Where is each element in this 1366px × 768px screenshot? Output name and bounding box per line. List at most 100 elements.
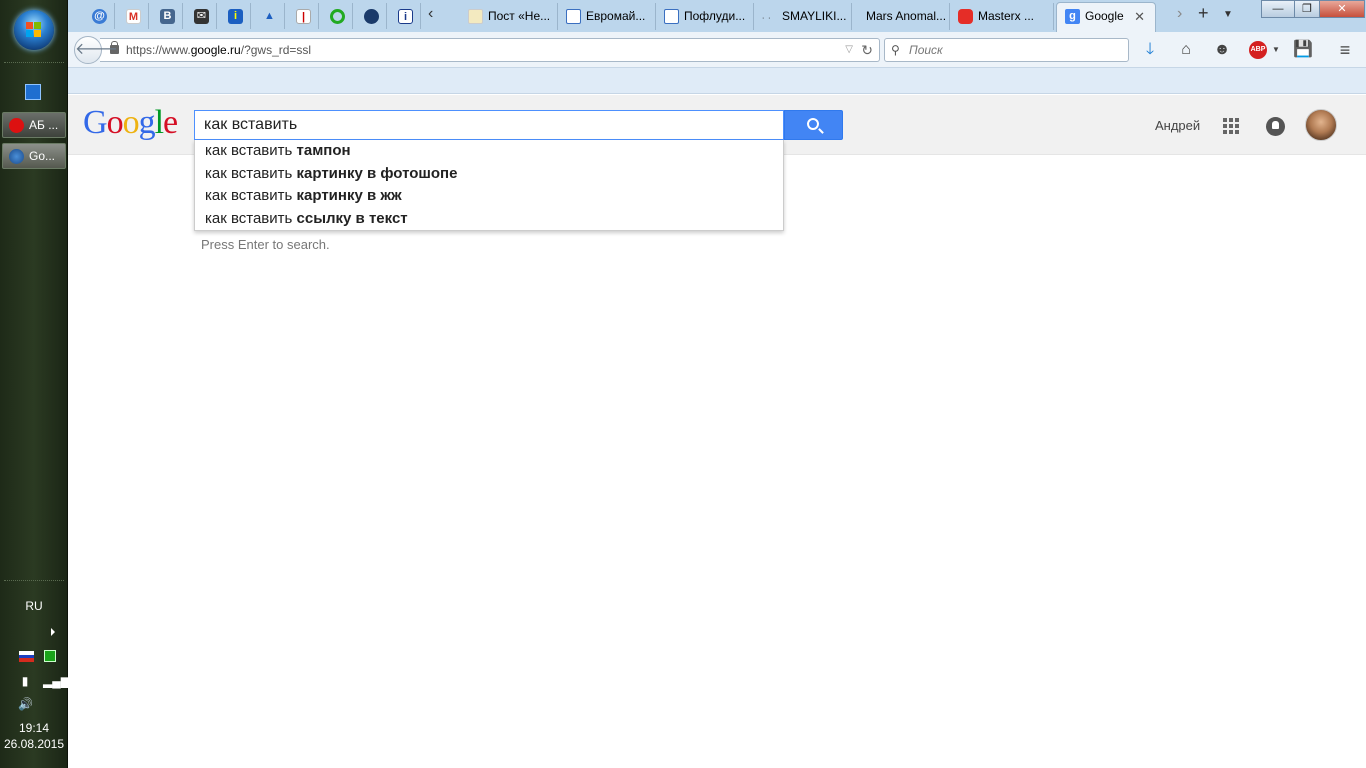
suggestion-prefix: как вставить (205, 142, 297, 159)
suggestion-prefix: как вставить (205, 187, 297, 205)
windows-logo-icon (26, 22, 42, 38)
tab[interactable]: Mars Anomal... (852, 3, 950, 30)
suggestion-completion: картинку в жж (296, 187, 402, 205)
pinned-tab[interactable]: M (117, 3, 149, 29)
tab[interactable]: Пофлуди... (656, 3, 754, 30)
yandex-browser-icon (9, 118, 24, 133)
reload-icon[interactable]: ↻ (861, 39, 873, 61)
screen: АБ ... Go... RU ▮ ▂▄▆ 🔊 19:14 26.08.2015… (0, 0, 1366, 768)
network-signal-icon[interactable]: ▂▄▆ (43, 674, 70, 688)
show-desktop-icon[interactable] (25, 84, 41, 100)
browser-search-input[interactable]: ⚲ Поиск (884, 38, 1129, 62)
tab-strip: @ M В ✉ i ▲ | i ‹ Пост «Не... Евромай...… (68, 0, 1366, 32)
youtube-icon (958, 9, 973, 24)
thermometer-icon: | (296, 9, 311, 24)
pinned-tab[interactable] (321, 3, 353, 29)
url-path: /?gws_rd=ssl (240, 43, 312, 57)
suggestion-prefix: как вставить (205, 209, 297, 227)
taskbar-task-firefox[interactable]: Go... (2, 143, 66, 169)
taskbar-task-label: АБ ... (29, 118, 59, 132)
google-search-input[interactable]: как вставить (194, 110, 784, 140)
google-logo[interactable]: Google (83, 104, 178, 142)
suggestion-item[interactable]: как вставить ссылку в текст (195, 208, 783, 231)
smiley-icon[interactable]: ☻ (1212, 40, 1232, 60)
suggestion-completion: ссылку в текст (296, 209, 408, 227)
page-icon (468, 9, 483, 24)
downloads-arrow-icon[interactable]: 🡓 (1140, 40, 1160, 60)
russian-flag-icon[interactable] (19, 651, 34, 662)
moon-icon (364, 9, 379, 24)
home-icon[interactable]: ⌂ (1176, 40, 1196, 60)
new-tab-plus-icon[interactable]: + (1198, 3, 1209, 24)
tab-label: Пофлуди... (684, 9, 746, 23)
notifications-bell-icon[interactable] (1266, 117, 1285, 136)
volume-icon[interactable]: 🔊 (18, 697, 33, 711)
tab-label: Евромай... (586, 9, 646, 23)
suggestion-prefix: как вставить (205, 164, 297, 182)
start-button[interactable] (14, 10, 54, 50)
power-plug-icon[interactable]: ▮ (18, 674, 32, 688)
clock-date: 26.08.2015 (3, 737, 65, 751)
restore-button[interactable]: ❐ (1294, 0, 1320, 18)
gmail-icon: M (126, 9, 141, 24)
mail-at-icon: @ (92, 9, 107, 24)
navigation-toolbar: https://www.google.ru/?gws_rd=ssl ▽ ↻ 🡐 … (68, 32, 1366, 68)
info-box-icon: i (398, 9, 413, 24)
scroll-tabs-right-icon[interactable]: › (1177, 5, 1182, 23)
suggestion-item[interactable]: как вставить картинку в жж (195, 185, 783, 208)
suggestion-completion: картинку в фотошопе (296, 164, 458, 182)
pinned-tab[interactable]: В (151, 3, 183, 29)
minimize-button[interactable]: — (1261, 0, 1295, 18)
tab-google-active[interactable]: g Google ✕ (1056, 2, 1156, 32)
close-window-button[interactable]: ✕ (1319, 0, 1365, 18)
suggestion-completion: тампон (296, 142, 351, 159)
magnifier-icon (807, 118, 819, 130)
pinned-tab[interactable]: ▲ (253, 3, 285, 29)
menu-hamburger-icon[interactable]: ≡ (1335, 40, 1355, 60)
pinned-tab[interactable]: | (287, 3, 319, 29)
url-bar[interactable]: https://www.google.ru/?gws_rd=ssl ▽ ↻ (100, 38, 880, 62)
tab[interactable]: ˙ ˙ SMAYLIKI... (754, 3, 852, 30)
taskbar-divider (4, 62, 64, 64)
pinned-tab[interactable]: @ (83, 3, 115, 29)
pinned-tab[interactable] (355, 3, 387, 29)
google-search-button[interactable] (784, 110, 843, 140)
tab-label: Пост «Не... (488, 9, 551, 23)
save-disk-icon[interactable]: 💾 (1293, 40, 1313, 60)
url-history-chevron-down-icon[interactable]: ▽ (845, 39, 853, 61)
suggestion-item[interactable]: как вставить картинку в фотошопе (195, 163, 783, 186)
google-favicon: g (1065, 9, 1080, 24)
list-tabs-chevron-down-icon[interactable]: ▼ (1223, 9, 1233, 20)
suggestion-item[interactable]: как вставить тампон (195, 140, 783, 163)
user-name[interactable]: Андрей (1155, 118, 1200, 133)
scroll-tabs-left-icon[interactable]: ‹ (428, 5, 433, 23)
pinned-tab[interactable]: i (219, 3, 251, 29)
tray-expand-icon[interactable] (51, 628, 55, 636)
avatar[interactable] (1305, 109, 1337, 141)
taskbar-task-yandex[interactable]: АБ ... (2, 112, 66, 138)
search-placeholder: Поиск (909, 43, 943, 57)
language-indicator[interactable]: RU (0, 599, 68, 613)
press-enter-hint: Press Enter to search. (201, 237, 330, 252)
search-suggestions: как вставить тампон как вставить картинк… (194, 140, 784, 231)
info-icon: i (228, 9, 243, 24)
pinned-tab[interactable]: i (389, 3, 421, 29)
adblock-chevron-down-icon[interactable]: ▼ (1266, 40, 1286, 60)
tab-label: Masterx ... (978, 9, 1035, 23)
tab[interactable]: Masterx ... (950, 3, 1054, 30)
adblock-plus-icon[interactable]: ABP (1249, 41, 1267, 59)
pinned-tab[interactable]: ✉ (185, 3, 217, 29)
tab[interactable]: Пост «Не... (460, 3, 558, 30)
close-tab-icon[interactable]: ✕ (1134, 3, 1145, 30)
livejournal-icon (664, 9, 679, 24)
clock[interactable]: 19:14 26.08.2015 (0, 720, 68, 752)
taskbar-divider (4, 580, 64, 582)
bookmarks-toolbar (68, 68, 1366, 94)
tab[interactable]: Евромай... (558, 3, 656, 30)
tab-label: Google (1085, 9, 1124, 23)
apps-grid-icon[interactable] (1223, 118, 1239, 134)
back-button[interactable]: 🡐 (74, 36, 118, 64)
tab-label: Mars Anomal... (866, 9, 947, 23)
tray-app-icon[interactable] (44, 650, 56, 662)
url-host: google.ru (190, 43, 241, 57)
